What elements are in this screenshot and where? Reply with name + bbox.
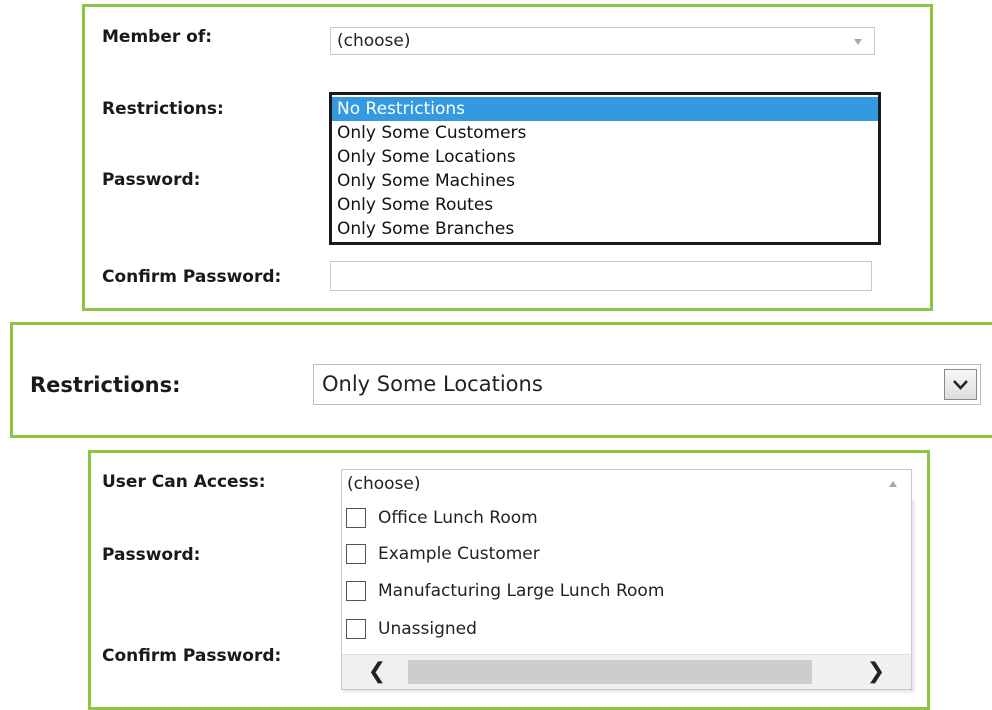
locations-dropdown: Office Lunch Room Example Customer Manuf…	[341, 498, 912, 690]
checkbox[interactable]	[346, 544, 366, 564]
chevron-up-icon	[889, 481, 897, 487]
horizontal-scrollbar[interactable]: ❮ ❯	[342, 654, 911, 689]
restrictions-select[interactable]: Only Some Locations	[313, 364, 981, 405]
location-label: Unassigned	[378, 619, 477, 639]
restrictions-dropdown-button[interactable]	[944, 369, 977, 400]
restriction-option-machines[interactable]: Only Some Machines	[332, 169, 878, 193]
restriction-option-locations[interactable]: Only Some Locations	[332, 145, 878, 169]
chevron-left-icon[interactable]: ❮	[352, 655, 402, 689]
confirm-password-input[interactable]	[330, 261, 872, 291]
location-label: Manufacturing Large Lunch Room	[378, 581, 665, 601]
restriction-option-branches[interactable]: Only Some Branches	[332, 217, 878, 241]
user-can-access-label: User Can Access:	[102, 472, 266, 492]
user-can-access-value: (choose)	[347, 474, 421, 494]
member-of-label: Member of:	[102, 27, 213, 47]
user-form-panel-1: Member of: (choose) Restrictions: No Res…	[82, 4, 933, 311]
location-label: Office Lunch Room	[378, 508, 538, 528]
password-label-3: Password:	[102, 545, 201, 565]
member-of-value: (choose)	[337, 31, 411, 51]
restriction-option-customers[interactable]: Only Some Customers	[332, 121, 878, 145]
restrictions-panel-2: Restrictions: Only Some Locations	[10, 322, 992, 438]
confirm-password-label: Confirm Password:	[102, 267, 282, 287]
user-can-access-select[interactable]: (choose)	[341, 469, 912, 499]
chevron-down-icon	[854, 39, 862, 45]
checkbox[interactable]	[346, 581, 366, 601]
chevron-down-icon	[953, 380, 968, 390]
scrollbar-thumb[interactable]	[408, 660, 812, 684]
restrictions-label: Restrictions:	[102, 99, 224, 119]
checkbox[interactable]	[346, 508, 366, 528]
location-label: Example Customer	[378, 544, 540, 564]
user-access-panel-3: User Can Access: (choose) Password: Conf…	[88, 450, 930, 710]
member-of-select[interactable]: (choose)	[330, 27, 875, 55]
checkbox[interactable]	[346, 619, 366, 639]
restriction-option-no-restrictions[interactable]: No Restrictions	[332, 97, 878, 121]
confirm-password-label-3: Confirm Password:	[102, 646, 282, 666]
restrictions-label-large: Restrictions:	[30, 373, 181, 397]
restrictions-value: Only Some Locations	[322, 372, 543, 396]
password-label: Password:	[102, 170, 201, 190]
restrictions-listbox[interactable]: No Restrictions Only Some Customers Only…	[329, 92, 881, 245]
restriction-option-routes[interactable]: Only Some Routes	[332, 193, 878, 217]
chevron-right-icon[interactable]: ❯	[851, 655, 901, 689]
